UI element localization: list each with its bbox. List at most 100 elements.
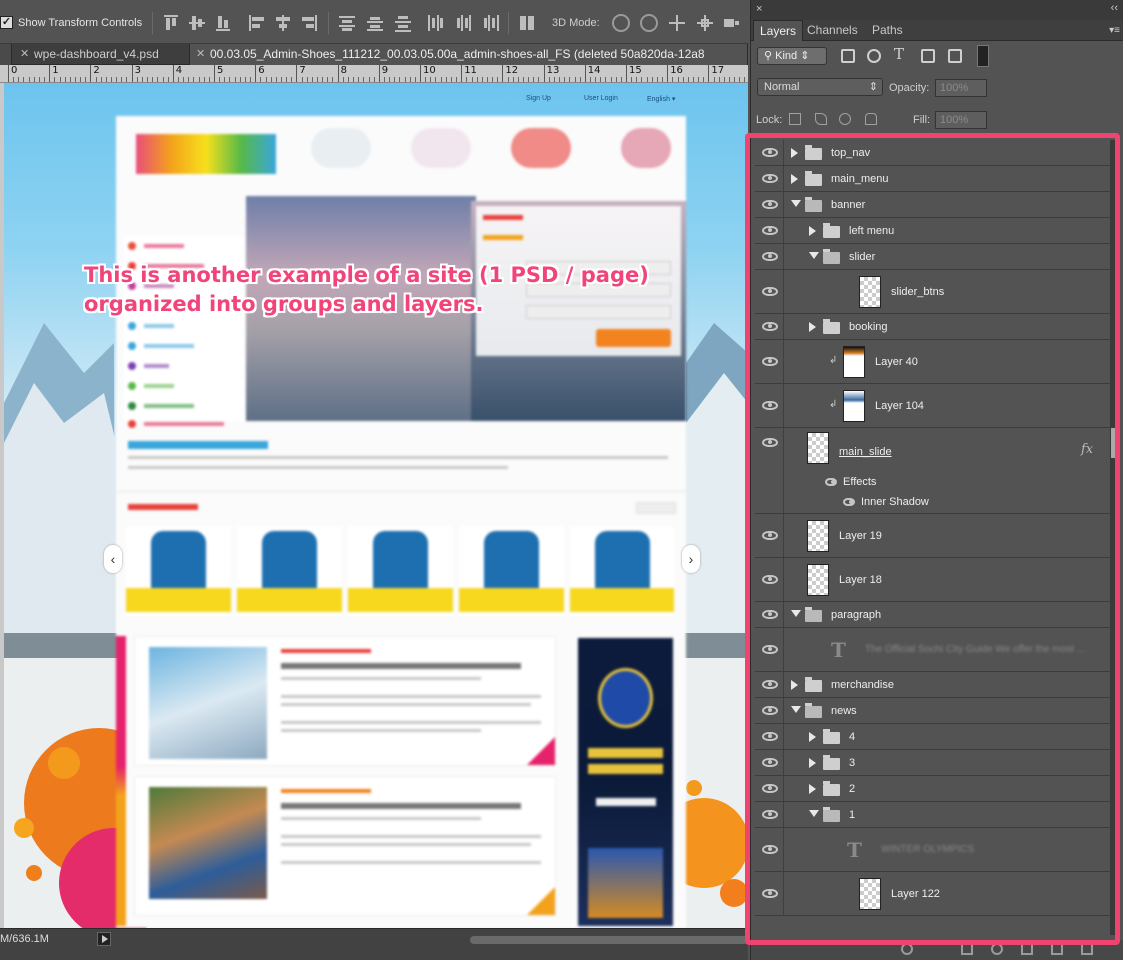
layer-row[interactable]: 2 [755, 776, 1111, 802]
expand-triangle-icon[interactable] [809, 226, 816, 236]
layer-row[interactable]: banner [755, 192, 1111, 218]
layer-row[interactable]: merchandise [755, 672, 1111, 698]
layer-row[interactable]: booking [755, 314, 1111, 340]
distribute-right-icon[interactable] [482, 14, 500, 32]
distribute-left-icon[interactable] [426, 14, 444, 32]
fx-icon[interactable] [931, 940, 943, 952]
layers-scrollbar[interactable] [1110, 140, 1120, 935]
3d-pan-icon[interactable] [668, 14, 686, 32]
link-layers-icon[interactable] [901, 943, 913, 955]
visibility-eye-icon[interactable] [762, 758, 778, 767]
filter-kind-select[interactable]: ⚲ Kind ⇕ [757, 47, 827, 65]
3d-roll-icon[interactable] [640, 14, 658, 32]
tab-layers[interactable]: Layers [753, 20, 804, 41]
visibility-eye-icon[interactable] [762, 226, 778, 235]
align-top-icon[interactable] [162, 14, 180, 32]
3d-orbit-icon[interactable] [612, 14, 630, 32]
visibility-eye-icon[interactable] [762, 575, 778, 584]
layers-list[interactable]: top_nav main_menu banner left menu slider sli… [755, 140, 1111, 935]
effects-eye-icon[interactable] [825, 478, 837, 486]
layer-row[interactable]: news [755, 698, 1111, 724]
expand-triangle-icon[interactable] [809, 758, 816, 768]
collapse-triangle-icon[interactable] [809, 252, 819, 259]
align-vcenter-icon[interactable] [188, 14, 206, 32]
expand-triangle-icon[interactable] [809, 732, 816, 742]
collapse-triangle-icon[interactable] [791, 610, 801, 617]
visibility-eye-icon[interactable] [762, 148, 778, 157]
distribute-vcenter-icon[interactable] [366, 14, 384, 32]
lock-brush-icon[interactable] [815, 113, 827, 125]
opacity-field[interactable]: 100% [935, 79, 987, 97]
layer-row[interactable]: 1 [755, 802, 1111, 828]
add-mask-icon[interactable] [961, 943, 973, 955]
layer-row[interactable]: 4 [755, 724, 1111, 750]
collapse-triangle-icon[interactable] [809, 810, 819, 817]
distribute-hcenter-icon[interactable] [454, 14, 472, 32]
visibility-eye-icon[interactable] [762, 706, 778, 715]
visibility-eye-icon[interactable] [762, 357, 778, 366]
layer-row[interactable]: Layer 19 [755, 514, 1111, 558]
layer-row[interactable]: ↲ Layer 40 [755, 340, 1111, 384]
expand-triangle-icon[interactable] [791, 680, 798, 690]
visibility-eye-icon[interactable] [762, 287, 778, 296]
tab-overflow[interactable] [0, 44, 12, 65]
layer-row[interactable]: slider_btns [755, 270, 1111, 314]
filter-shape-icon[interactable] [921, 49, 935, 63]
layer-row[interactable]: Layer 122 [755, 872, 1111, 916]
distribute-bottom-icon[interactable] [394, 14, 412, 32]
visibility-eye-icon[interactable] [762, 610, 778, 619]
panel-close-icon[interactable]: × [756, 3, 762, 15]
fill-field[interactable]: 100% [935, 111, 987, 129]
blend-mode-select[interactable]: Normal ⇕ [757, 78, 883, 96]
panel-collapse-icon[interactable]: ‹‹ [1111, 2, 1118, 14]
trash-icon[interactable] [1081, 943, 1093, 955]
close-icon[interactable]: ✕ [20, 44, 29, 65]
visibility-eye-icon[interactable] [762, 680, 778, 689]
align-bottom-icon[interactable] [214, 14, 232, 32]
visibility-eye-icon[interactable] [762, 531, 778, 540]
slider-next-arrow[interactable]: › [682, 545, 700, 573]
layer-row[interactable]: 3 [755, 750, 1111, 776]
inner-shadow-eye-icon[interactable] [843, 498, 855, 506]
tab-channels[interactable]: Channels [801, 20, 864, 41]
layer-row[interactable]: Layer 18 [755, 558, 1111, 602]
visibility-eye-icon[interactable] [762, 732, 778, 741]
visibility-eye-icon[interactable] [762, 845, 778, 854]
panel-menu-icon[interactable]: ▾≡ [1109, 25, 1120, 36]
visibility-eye-icon[interactable] [762, 438, 778, 447]
align-hcenter-icon[interactable] [274, 14, 292, 32]
layer-row[interactable]: paragraph [755, 602, 1111, 628]
layer-row[interactable]: top_nav [755, 140, 1111, 166]
horizontal-scrollbar[interactable] [470, 936, 748, 944]
slider-prev-arrow[interactable]: ‹ [104, 545, 122, 573]
layers-scrollbar-thumb[interactable] [1111, 428, 1119, 458]
expand-triangle-icon[interactable] [809, 322, 816, 332]
collapse-triangle-icon[interactable] [791, 200, 801, 207]
expand-triangle-icon[interactable] [791, 148, 798, 158]
document-canvas[interactable]: Sign Up User Login English ▾ ‹ › This is… [4, 83, 748, 928]
tab-paths[interactable]: Paths [866, 20, 909, 41]
visibility-eye-icon[interactable] [762, 784, 778, 793]
filter-pixel-icon[interactable] [841, 49, 855, 63]
visibility-eye-icon[interactable] [762, 401, 778, 410]
visibility-eye-icon[interactable] [762, 174, 778, 183]
align-left-icon[interactable] [248, 14, 266, 32]
align-right-icon[interactable] [300, 14, 318, 32]
filter-toggle[interactable] [977, 45, 989, 67]
new-group-icon[interactable] [1021, 943, 1033, 955]
layer-row[interactable]: T WINTER OLYMPICS [755, 828, 1111, 872]
visibility-eye-icon[interactable] [762, 889, 778, 898]
visibility-eye-icon[interactable] [762, 252, 778, 261]
close-icon[interactable]: ✕ [196, 44, 205, 65]
new-adjustment-icon[interactable] [991, 943, 1003, 955]
layer-row[interactable]: ↲ Layer 104 [755, 384, 1111, 428]
auto-align-icon[interactable] [518, 14, 536, 32]
horizontal-ruler[interactable]: 012345678910111213141516171 [0, 65, 748, 83]
layer-row[interactable]: T The Official Sochi City Guide We offer … [755, 628, 1111, 672]
fx-icon[interactable]: fx [1081, 442, 1093, 457]
expand-triangle-icon[interactable] [791, 174, 798, 184]
filter-smartobject-icon[interactable] [948, 49, 962, 63]
filter-type-icon[interactable]: T [894, 47, 908, 62]
filter-adjustment-icon[interactable] [867, 49, 881, 63]
3d-slide-icon[interactable] [696, 14, 714, 32]
